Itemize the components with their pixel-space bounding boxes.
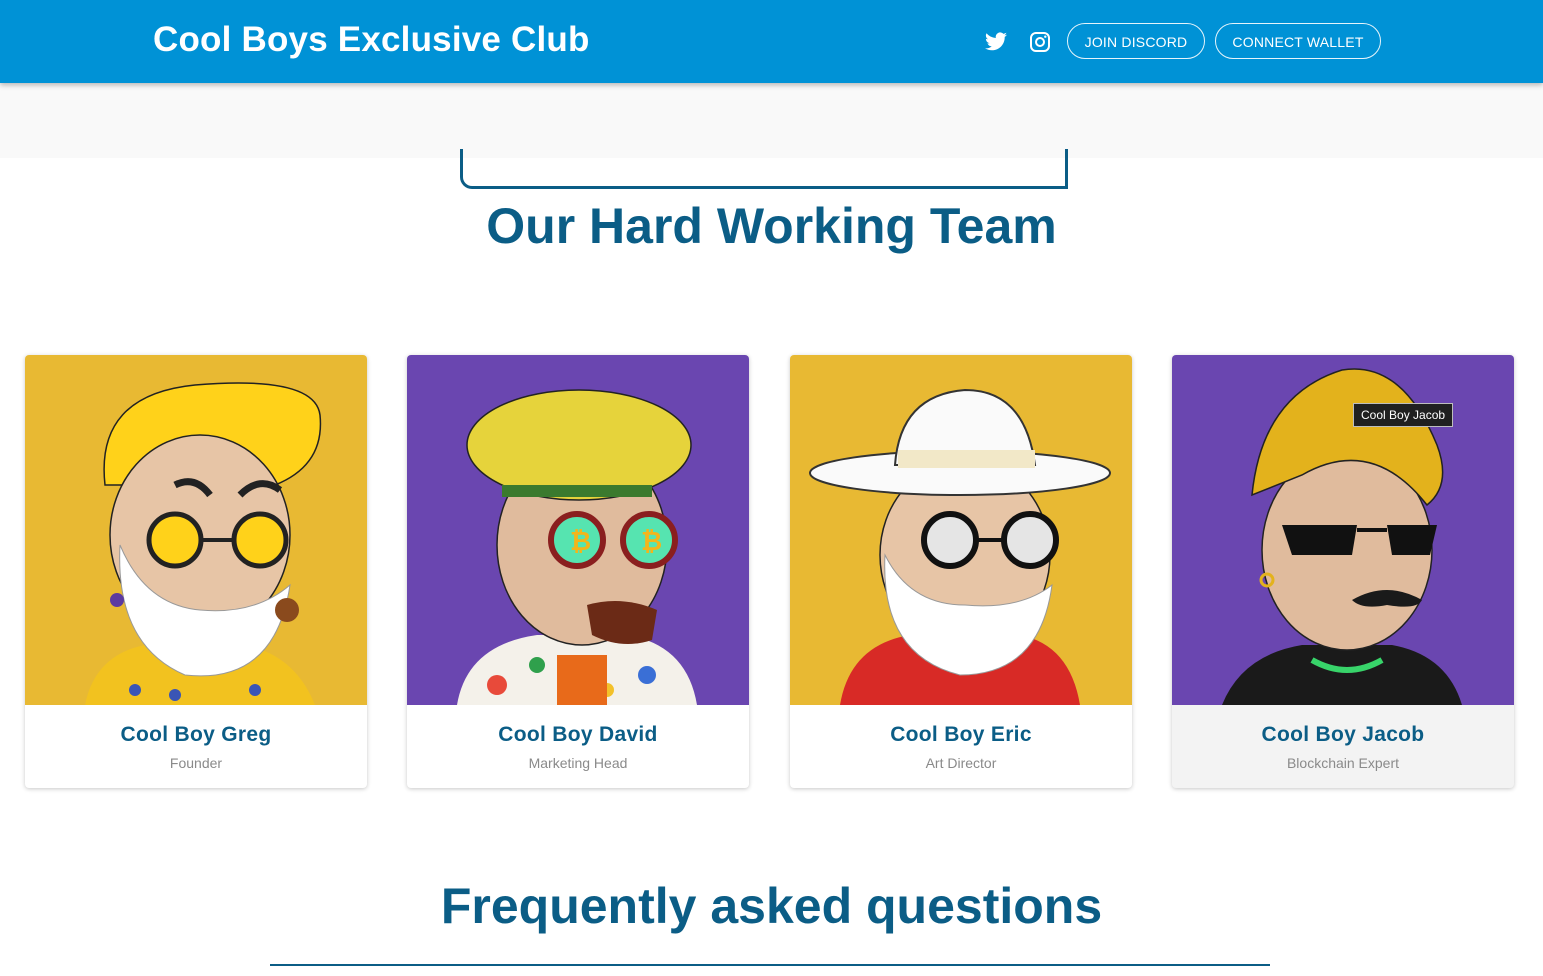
app-header: Cool Boys Exclusive Club JOIN DISCORD CO… (0, 0, 1543, 83)
member-name: Cool Boy Eric (890, 723, 1032, 746)
avatar-eric-image (790, 355, 1132, 705)
team-card-david[interactable]: ₿ ₿ Cool Boy David Marketing Head (407, 355, 749, 788)
member-role: Art Director (925, 755, 997, 771)
team-card-eric[interactable]: Cool Boy Eric Art Director (790, 355, 1132, 788)
avatar-jacob-image (1172, 355, 1514, 705)
team-title: Our Hard Working Team (486, 198, 1057, 254)
instagram-icon[interactable] (1028, 30, 1052, 54)
team-card-greg[interactable]: Cool Boy Greg Founder (25, 355, 367, 788)
member-name: Cool Boy David (498, 723, 658, 746)
previous-section (0, 83, 1543, 189)
avatar-david-image: ₿ ₿ (407, 355, 749, 705)
svg-text:₿: ₿ (641, 527, 662, 557)
join-discord-button[interactable]: JOIN DISCORD (1067, 23, 1205, 59)
team-card-jacob[interactable]: Cool Boy Jacob Blockchain Expert (1172, 355, 1514, 788)
member-role: Marketing Head (528, 755, 628, 771)
section-outline-decoration (460, 149, 1068, 189)
avatar-greg-image (25, 355, 367, 705)
connect-wallet-button[interactable]: CONNECT WALLET (1215, 23, 1381, 59)
twitter-icon[interactable] (984, 30, 1008, 54)
member-role: Blockchain Expert (1286, 755, 1400, 771)
member-name: Cool Boy Jacob (1261, 723, 1425, 746)
member-role: Founder (169, 755, 223, 771)
member-name: Cool Boy Greg (120, 723, 272, 746)
faq-divider (270, 964, 1270, 966)
brand-title[interactable]: Cool Boys Exclusive Club (153, 19, 590, 61)
faq-title: Frequently asked questions (440, 878, 1103, 934)
image-tooltip: Cool Boy Jacob (1353, 403, 1454, 427)
svg-text:₿: ₿ (570, 527, 591, 557)
